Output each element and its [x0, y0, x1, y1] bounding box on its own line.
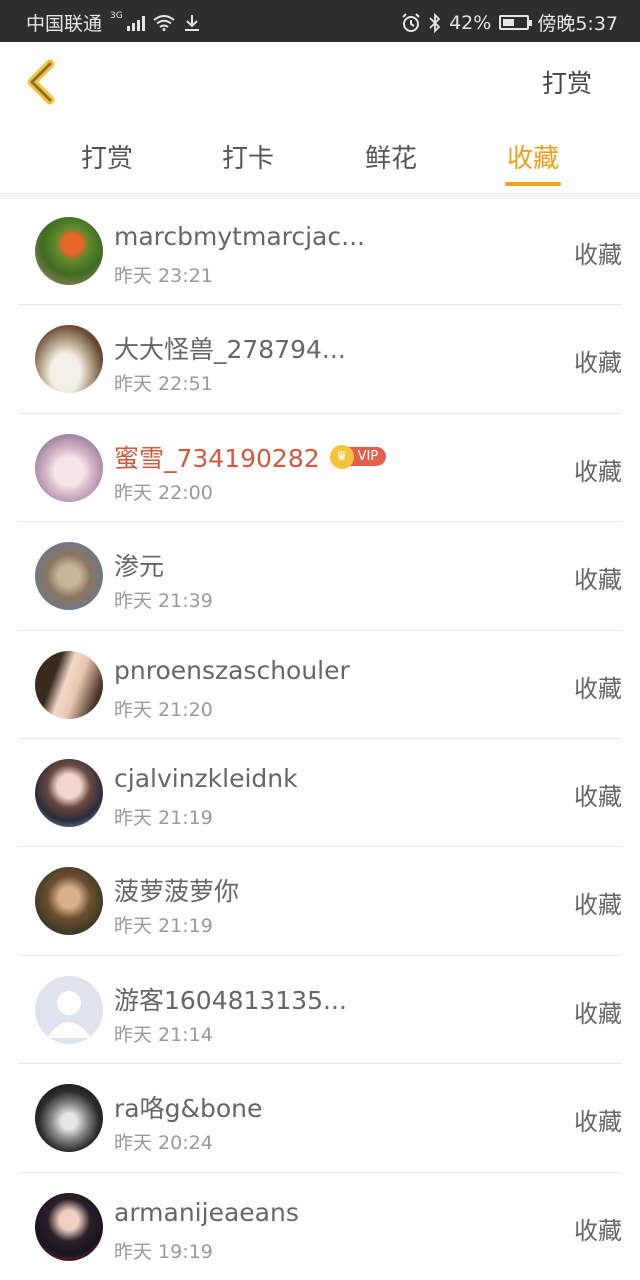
timestamp: 昨天 21:39	[114, 590, 213, 613]
favorites-list: marcbmytmarcjac... 昨天 23:21 收藏 大大怪兽_2787…	[0, 197, 640, 1280]
tab-favorites[interactable]: 收藏	[488, 138, 578, 192]
battery-percent: 42%	[449, 11, 492, 34]
user-name[interactable]: 大大怪兽_278794...	[114, 330, 346, 366]
avatar[interactable]	[35, 1084, 103, 1153]
avatar[interactable]	[35, 1192, 103, 1261]
header: 打赏	[0, 42, 640, 122]
network-type: 3G	[110, 10, 123, 21]
timestamp: 昨天 21:20	[114, 698, 213, 721]
timestamp: 昨天 21:19	[114, 806, 213, 829]
user-name[interactable]: 菠萝菠萝你	[114, 872, 239, 908]
tab-label: 鲜花	[364, 144, 417, 174]
action-label: 收藏	[574, 999, 622, 1028]
chevron-left-icon	[27, 59, 55, 105]
list-item[interactable]: pnroenszaschouler 昨天 21:20 收藏	[18, 631, 622, 739]
list-item[interactable]: 蜜雪_734190282 ♛ VIP 昨天 22:00 收藏	[18, 414, 622, 523]
list-item[interactable]: marcbmytmarcjac... 昨天 23:21 收藏	[18, 197, 622, 306]
list-item[interactable]: 渗元 昨天 21:39 收藏	[18, 522, 622, 631]
action-label: 收藏	[574, 1108, 622, 1137]
avatar[interactable]	[35, 867, 103, 936]
alarm-icon	[402, 12, 420, 32]
tab-flowers[interactable]: 鲜花	[346, 138, 436, 192]
timestamp: 昨天 20:24	[114, 1132, 213, 1155]
action-label: 收藏	[574, 457, 622, 486]
status-left: 中国联通 3G	[26, 9, 201, 36]
tab-label: 打赏	[80, 144, 133, 174]
user-name[interactable]: 游客1604813135...	[114, 981, 347, 1017]
user-name[interactable]: marcbmytmarcjac...	[114, 222, 365, 251]
tab-reward[interactable]: 打赏	[62, 138, 152, 192]
list-item[interactable]: 大大怪兽_278794... 昨天 22:51 收藏	[18, 305, 622, 414]
list-item[interactable]: ra咯g&bone 昨天 20:24 收藏	[18, 1064, 622, 1173]
clock: 傍晚5:37	[537, 13, 618, 35]
action-label: 收藏	[574, 674, 622, 703]
default-avatar-icon	[47, 990, 91, 1038]
user-name[interactable]: pnroenszaschouler	[114, 656, 350, 685]
action-label: 收藏	[574, 566, 622, 595]
status-right: 42% 傍晚5:37	[401, 9, 618, 36]
action-label: 收藏	[574, 891, 622, 920]
user-name[interactable]: ra咯g&bone	[114, 1089, 262, 1125]
crown-icon: ♛	[329, 444, 354, 469]
timestamp: 昨天 23:21	[114, 265, 213, 287]
carrier-label: 中国联通	[26, 13, 103, 35]
battery-icon	[499, 15, 533, 30]
avatar[interactable]	[35, 217, 103, 285]
action-label: 收藏	[574, 349, 622, 378]
bluetooth-icon	[429, 12, 441, 33]
action-label: 收藏	[574, 1216, 622, 1245]
user-name[interactable]: cjalvinzkleidnk	[114, 764, 298, 793]
download-icon	[184, 14, 199, 31]
page-title: 打赏	[541, 69, 592, 98]
tab-label: 打卡	[221, 144, 274, 174]
timestamp: 昨天 22:51	[114, 373, 213, 396]
timestamp: 昨天 21:14	[114, 1023, 213, 1046]
status-bar: 中国联通 3G 42% 傍晚5:37	[0, 0, 640, 42]
back-button[interactable]	[22, 58, 66, 106]
user-name[interactable]: 蜜雪_734190282	[114, 439, 320, 475]
timestamp: 昨天 22:00	[114, 481, 213, 504]
user-name[interactable]: armanijeaeans	[114, 1198, 299, 1227]
avatar[interactable]	[35, 433, 103, 502]
avatar[interactable]	[35, 975, 103, 1044]
vip-badge: ♛ VIP	[329, 444, 387, 469]
avatar[interactable]	[35, 758, 103, 827]
timestamp: 昨天 19:19	[114, 1240, 213, 1263]
list-item[interactable]: armanijeaeans 昨天 19:19 收藏	[18, 1173, 622, 1280]
avatar[interactable]	[35, 542, 103, 611]
avatar[interactable]	[35, 325, 103, 394]
tab-label: 收藏	[506, 144, 559, 174]
timestamp: 昨天 21:19	[114, 915, 213, 938]
tab-indicator	[505, 182, 561, 186]
tab-checkin[interactable]: 打卡	[203, 138, 293, 192]
wifi-icon	[153, 14, 175, 31]
user-name[interactable]: 渗元	[114, 547, 164, 583]
list-item[interactable]: cjalvinzkleidnk 昨天 21:19 收藏	[18, 739, 622, 848]
list-item[interactable]: 游客1604813135... 昨天 21:14 收藏	[18, 956, 622, 1065]
signal-icon	[126, 15, 145, 31]
action-label: 收藏	[574, 241, 622, 269]
tab-bar: 打赏 打卡 鲜花 收藏	[0, 122, 640, 194]
list-item[interactable]: 菠萝菠萝你 昨天 21:19 收藏	[18, 847, 622, 956]
action-label: 收藏	[574, 782, 622, 811]
avatar[interactable]	[35, 650, 103, 719]
